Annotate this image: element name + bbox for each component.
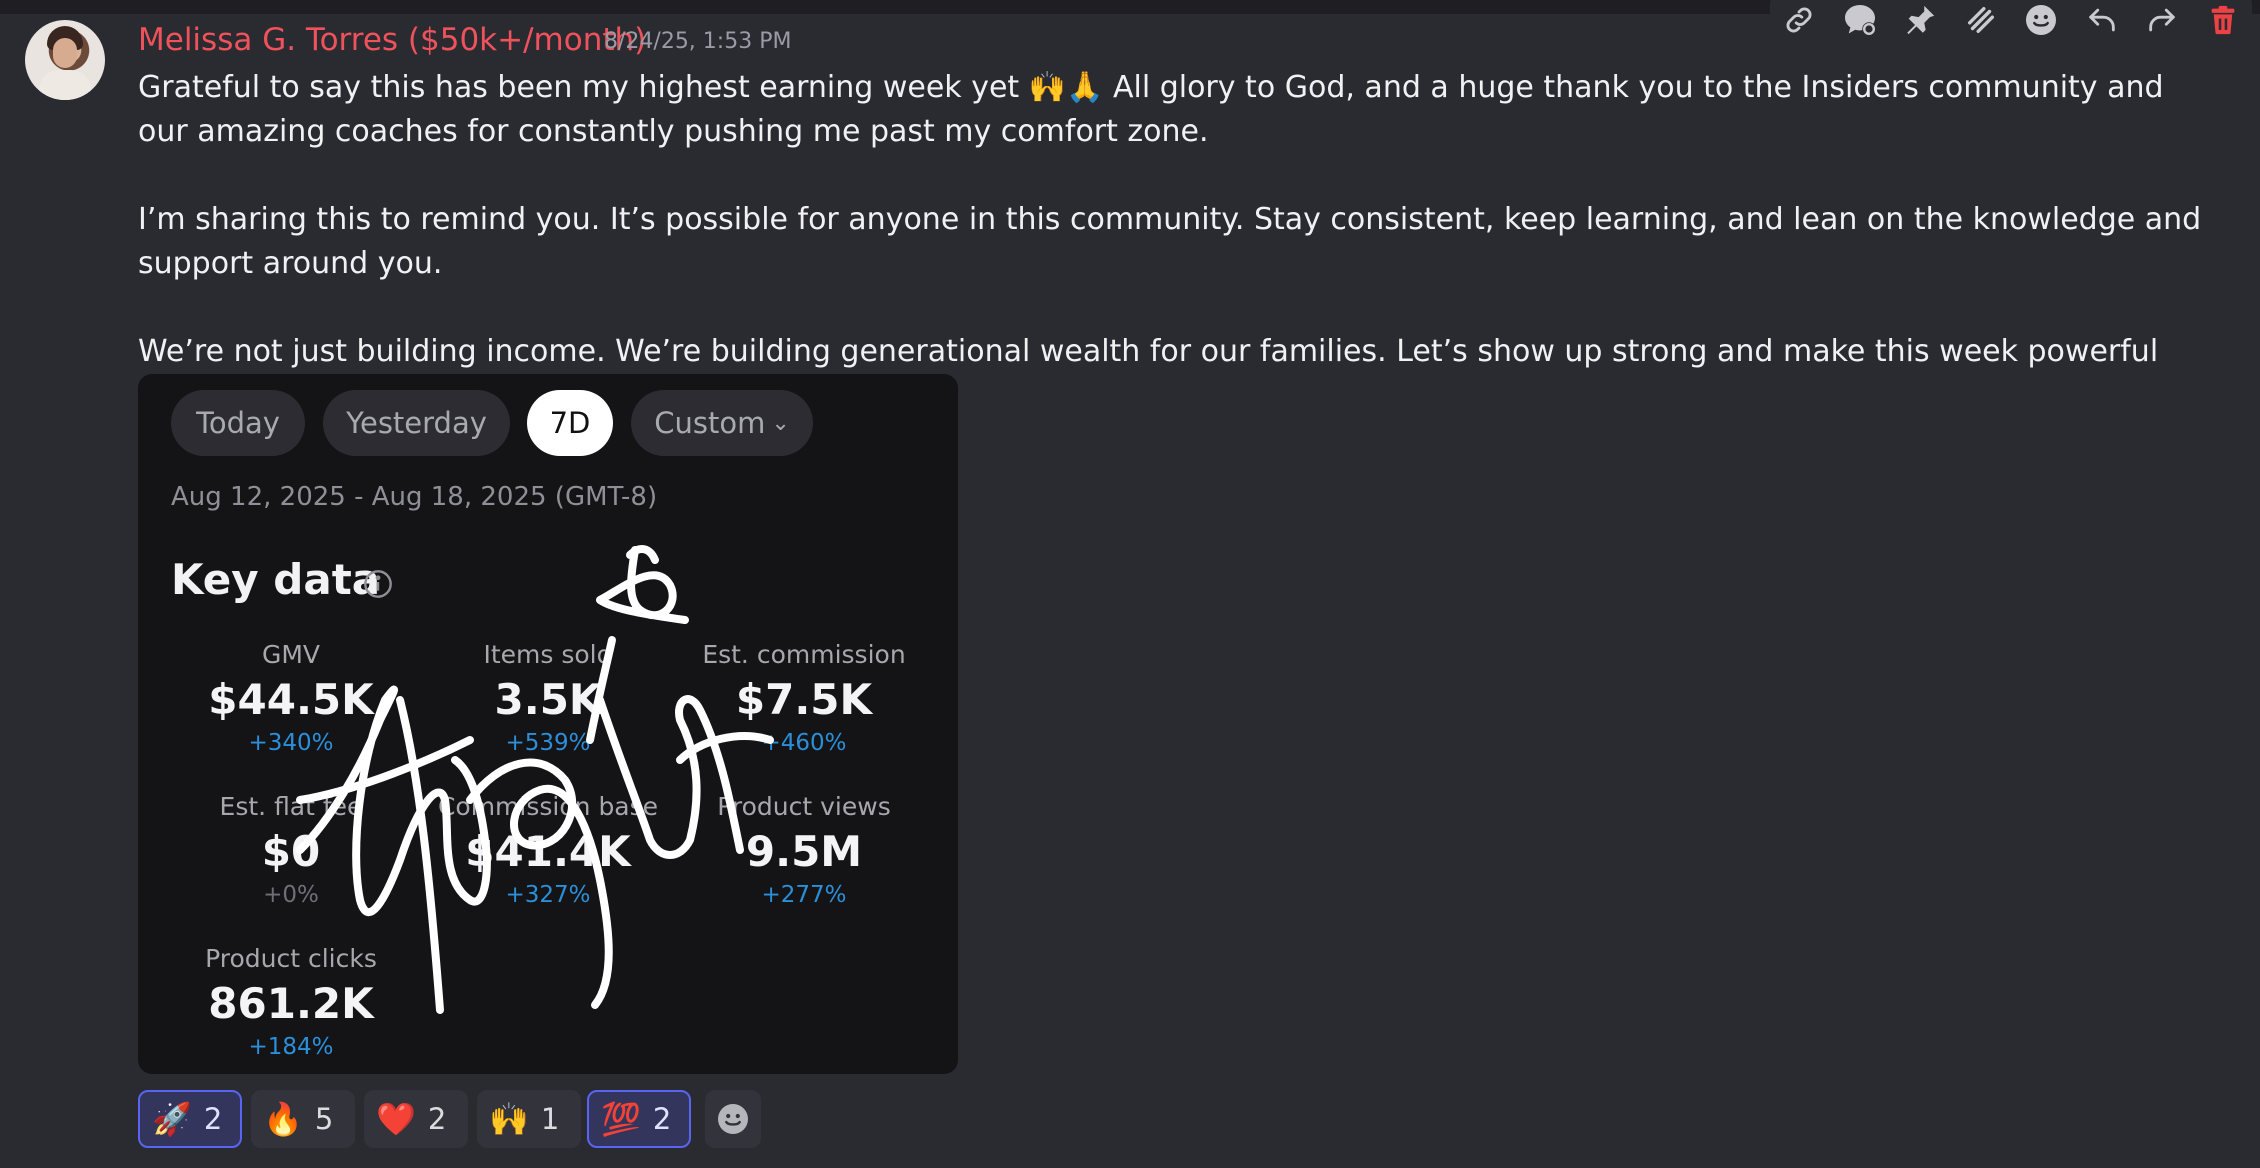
metric-value: 9.5M xyxy=(745,827,863,876)
praise-pray-emoji: 🙌🙏 xyxy=(1028,70,1104,105)
metric-value: $7.5K xyxy=(735,675,873,724)
reaction-count: 1 xyxy=(540,1102,560,1136)
reaction-raised-hands[interactable]: 🙌 1 xyxy=(477,1090,581,1148)
reaction-rocket[interactable]: 🚀 2 xyxy=(138,1090,242,1148)
heart-icon: ❤️ xyxy=(376,1100,416,1138)
rocket-icon: 🚀 xyxy=(152,1100,192,1138)
reaction-fire[interactable]: 🔥 5 xyxy=(251,1090,355,1148)
pin-icon[interactable] xyxy=(1899,0,1941,41)
reaction-count: 2 xyxy=(203,1102,223,1136)
metric-label: Product views xyxy=(717,792,891,821)
reaction-count: 2 xyxy=(427,1102,447,1136)
raised-hands-icon: 🙌 xyxy=(489,1100,529,1138)
reply-icon[interactable] xyxy=(2081,0,2123,41)
metric-label: Commission base xyxy=(437,792,659,821)
metric-product-views: Product views 9.5M +277% xyxy=(684,792,924,908)
reaction-count: 2 xyxy=(652,1102,672,1136)
metric-label: Items sold xyxy=(483,640,613,669)
message-paragraph-2: I’m sharing this to remind you. It’s pos… xyxy=(138,202,2202,281)
metric-items-sold: Items sold 3.5K +539% xyxy=(428,640,668,756)
avatar-body xyxy=(39,70,91,100)
message-paragraph-1: Grateful to say this has been my highest… xyxy=(138,66,2218,154)
avatar-face xyxy=(53,38,77,68)
metric-gmv: GMV $44.5K +340% xyxy=(171,640,411,756)
message-timestamp[interactable]: 8/24/25, 1:53 PM xyxy=(604,29,791,54)
key-data-title: Key data xyxy=(171,555,381,604)
avatar[interactable] xyxy=(25,20,105,100)
reaction-count: 5 xyxy=(314,1102,334,1136)
metric-value: 3.5K xyxy=(494,675,602,724)
reaction-hundred[interactable]: 💯 2 xyxy=(587,1090,691,1148)
metric-change: +327% xyxy=(505,882,591,908)
hundred-points-icon: 💯 xyxy=(601,1100,641,1138)
chevron-down-icon: ⌄ xyxy=(771,410,790,436)
metric-change: +340% xyxy=(248,730,334,756)
tab-yesterday: Yesterday xyxy=(323,390,510,456)
message-body: Grateful to say this has been my highest… xyxy=(138,66,2218,418)
metric-value: 861.2K xyxy=(208,979,374,1028)
metric-value: $44.5K xyxy=(208,675,374,724)
trash-icon[interactable] xyxy=(2202,0,2244,41)
metric-change: +184% xyxy=(248,1034,334,1060)
link-icon[interactable] xyxy=(1778,0,1820,41)
metric-est-flat-fee: Est. flat fee $0 +0% xyxy=(171,792,411,908)
tab-custom: Custom ⌄ xyxy=(631,390,813,456)
add-reaction-icon xyxy=(718,1104,748,1134)
forward-icon[interactable] xyxy=(2141,0,2183,41)
stripes-icon[interactable] xyxy=(1960,0,2002,41)
metric-change: +277% xyxy=(761,882,847,908)
tab-7d: 7D xyxy=(527,390,613,456)
metric-label: Est. commission xyxy=(702,640,906,669)
info-icon xyxy=(362,568,394,604)
metric-value: $41.4K xyxy=(465,827,631,876)
metric-label: Est. flat fee xyxy=(219,792,363,821)
metric-est-commission: Est. commission $7.5K +460% xyxy=(684,640,924,756)
metric-product-clicks: Product clicks 861.2K +184% xyxy=(171,944,411,1060)
paragraph-text: Grateful to say this has been my highest… xyxy=(138,70,1020,105)
metric-commission-base: Commission base $41.4K +327% xyxy=(428,792,668,908)
thread-icon[interactable] xyxy=(1839,0,1881,41)
metric-change: +0% xyxy=(263,882,319,908)
tab-custom-label: Custom xyxy=(654,406,766,440)
add-reaction-button[interactable] xyxy=(705,1090,761,1148)
metric-label: GMV xyxy=(261,640,321,669)
metric-change: +460% xyxy=(761,730,847,756)
emoji-icon[interactable] xyxy=(2020,0,2062,41)
metric-change: +539% xyxy=(505,730,591,756)
author-name[interactable]: Melissa G. Torres ($50k+/month) xyxy=(138,22,646,58)
metric-label: Product clicks xyxy=(205,944,377,973)
tab-today: Today xyxy=(171,390,305,456)
message-actions-toolbar xyxy=(1770,0,2252,44)
fire-icon: 🔥 xyxy=(263,1100,303,1138)
date-range: Aug 12, 2025 - Aug 18, 2025 (GMT-8) xyxy=(171,482,658,512)
reaction-heart[interactable]: ❤️ 2 xyxy=(364,1090,468,1148)
metric-value: $0 xyxy=(261,827,321,876)
